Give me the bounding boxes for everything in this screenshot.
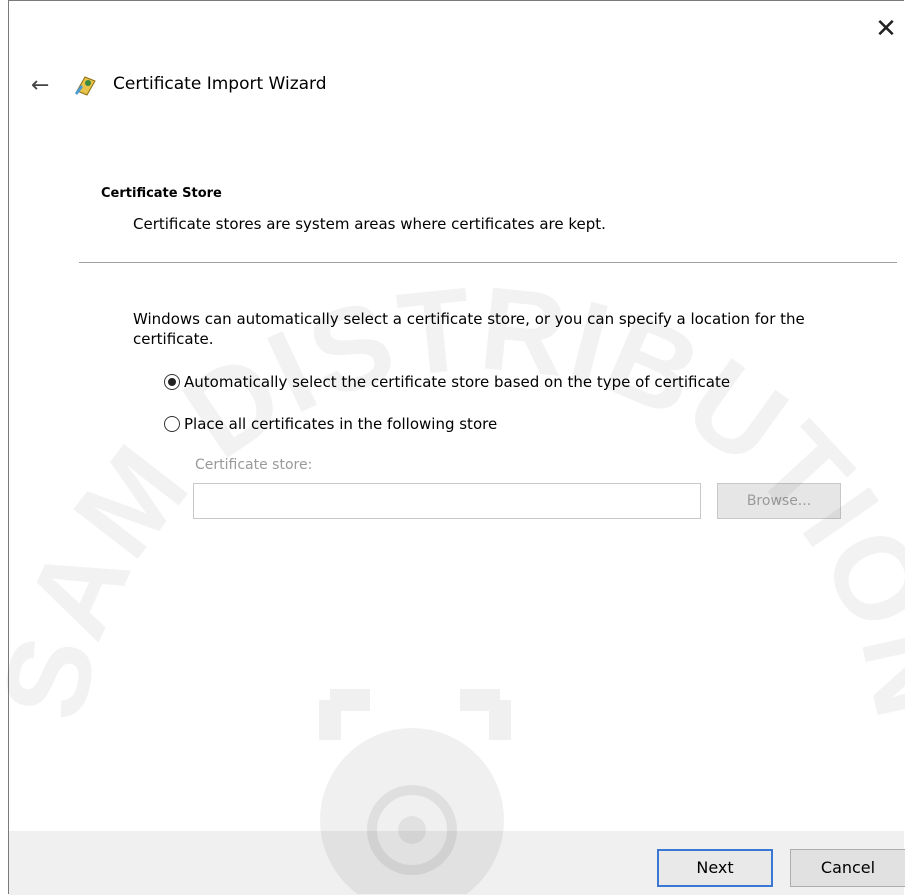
certificate-store-input[interactable] xyxy=(193,483,701,519)
back-arrow-icon[interactable]: ← xyxy=(31,73,49,98)
section-title: Certificate Store xyxy=(101,186,222,201)
wizard-title: Certificate Import Wizard xyxy=(113,74,327,94)
radio-place-in-store-label[interactable]: Place all certificates in the following … xyxy=(184,415,497,433)
radio-place-in-store[interactable]: Place all certificates in the following … xyxy=(164,415,497,433)
radio-auto-select[interactable]: Automatically select the certificate sto… xyxy=(164,373,730,391)
certificate-store-label: Certificate store: xyxy=(195,457,313,473)
radio-checked-icon[interactable] xyxy=(164,374,180,390)
certificate-wizard-icon xyxy=(75,76,96,96)
radio-unchecked-icon[interactable] xyxy=(164,416,180,432)
radio-auto-select-label[interactable]: Automatically select the certificate sto… xyxy=(184,373,730,391)
header-divider xyxy=(79,262,897,263)
close-button[interactable]: ✕ xyxy=(868,11,904,47)
next-button[interactable]: Next xyxy=(657,849,773,887)
section-description: Certificate stores are system areas wher… xyxy=(133,215,606,233)
cancel-button[interactable]: Cancel xyxy=(790,849,905,887)
intro-text: Windows can automatically select a certi… xyxy=(133,310,805,348)
wizard-window: ✕ ← Certificate Import Wizard Certificat… xyxy=(8,0,905,895)
browse-button[interactable]: Browse... xyxy=(717,483,841,519)
